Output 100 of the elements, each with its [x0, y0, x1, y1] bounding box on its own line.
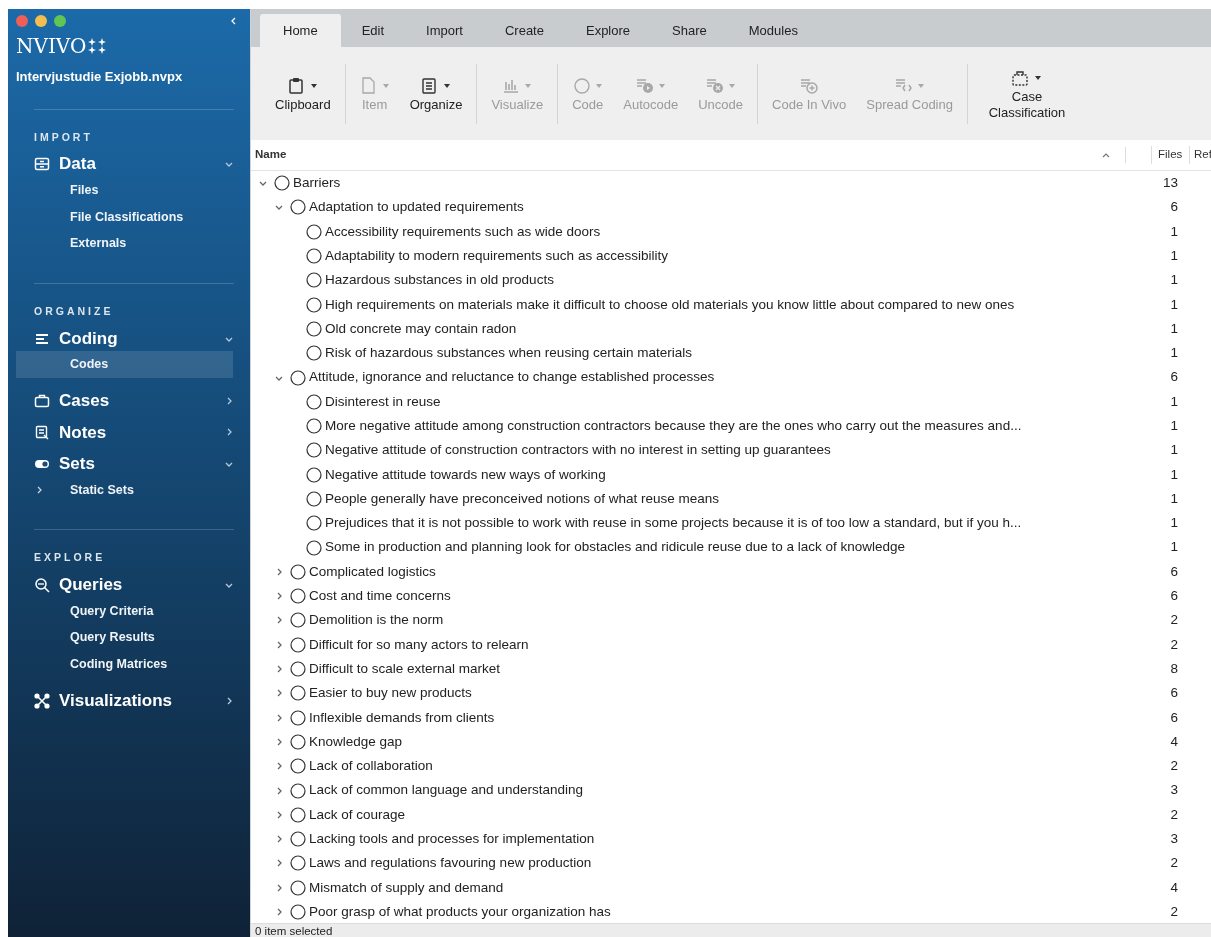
file-count: 3 — [1169, 830, 1179, 849]
column-header[interactable]: Ref — [1189, 146, 1211, 164]
sidebar-item[interactable]: Queries — [59, 572, 215, 598]
ribbon-button[interactable]: Clipboard — [267, 74, 339, 113]
code-name[interactable]: Prejudices that it is not possible to work with reuse in some projects because it is of too low a standard, but if you h... — [325, 513, 1022, 534]
ribbon-tab[interactable]: Create — [483, 14, 565, 47]
code-circle-icon — [305, 465, 323, 484]
sidebar-subitem[interactable]: Files — [16, 176, 233, 204]
code-name[interactable]: Adaptation to updated requirements — [309, 197, 524, 218]
file-count: 6 — [1169, 708, 1179, 727]
code-name[interactable]: Negative attitude of construction contractors with no interest in setting up guarantees — [325, 440, 831, 461]
sidebar-subitem[interactable]: Coding Matrices — [16, 651, 233, 678]
file-count: 6 — [1169, 368, 1179, 387]
code-circle-icon — [289, 660, 307, 679]
code-circle-icon — [289, 198, 307, 217]
code-name[interactable]: Mismatch of supply and demand — [309, 877, 504, 898]
zoom-button[interactable] — [54, 15, 66, 27]
code-name[interactable]: Lacking tools and processes for implementation — [309, 829, 595, 850]
code-name[interactable]: Complicated logistics — [309, 561, 436, 582]
ribbon-tab[interactable]: Import — [405, 14, 484, 47]
sidebar-subitem[interactable]: Externals — [16, 230, 233, 257]
code-name[interactable]: Demolition is the norm — [309, 610, 444, 631]
file-count: 1 — [1169, 344, 1179, 363]
ribbon-tab[interactable]: Explore — [564, 14, 652, 47]
code-name[interactable]: Poor grasp of what products your organization has — [309, 901, 611, 923]
code-name[interactable]: Hazardous substances in old products — [325, 270, 554, 291]
code-name[interactable]: People generally have preconceived notions of what reuse means — [325, 488, 719, 510]
code-name[interactable]: High requirements on materials make it difficult to choose old materials you know little about compared to new ones — [325, 294, 1015, 315]
file-count: 1 — [1169, 417, 1179, 435]
file-count: 6 — [1169, 684, 1179, 703]
code-name[interactable]: Cost and time concerns — [309, 586, 451, 607]
code-play-icon — [635, 76, 654, 95]
code-circle-icon — [273, 174, 291, 193]
ribbon-tab[interactable]: Edit — [340, 14, 406, 47]
sidebar-item[interactable]: Coding — [59, 325, 215, 352]
sidebar-item[interactable]: Notes — [59, 419, 215, 445]
file-count: 1 — [1169, 489, 1179, 508]
sidebar-subitem[interactable]: File Classifications — [16, 203, 233, 231]
code-name[interactable]: Adaptability to modern requirements such as accessibility — [325, 245, 668, 267]
file-count: 1 — [1169, 392, 1179, 411]
sidebar-subitem[interactable]: Codes — [16, 351, 233, 378]
drawer-icon — [34, 156, 50, 172]
ribbon-tab[interactable]: Share — [651, 14, 728, 47]
code-add-icon — [800, 76, 819, 95]
code-name[interactable]: Risk of hazardous substances when reusing certain materials — [325, 343, 692, 364]
code-name[interactable]: Lack of courage — [309, 804, 406, 825]
file-count: 1 — [1169, 271, 1179, 290]
file-count: 6 — [1169, 198, 1179, 217]
ribbon-button[interactable]: Organize — [401, 74, 471, 113]
section-heading: IMPORT — [33, 129, 94, 145]
code-name[interactable]: Easier to buy new products — [309, 683, 472, 704]
code-name[interactable]: Barriers — [293, 173, 341, 194]
notepad-icon — [34, 424, 50, 441]
code-remove-icon — [705, 76, 724, 95]
sidebar-subitem[interactable]: Query Criteria — [16, 597, 233, 625]
file-count: 1 — [1169, 441, 1179, 460]
code-circle-icon — [305, 514, 323, 533]
code-circle-icon — [305, 295, 323, 314]
file-count: 2 — [1169, 805, 1179, 824]
code-name[interactable]: Disinterest in reuse — [325, 391, 441, 412]
code-name[interactable]: Difficult for so many actors to relearn — [309, 634, 529, 655]
file-count: 4 — [1169, 878, 1179, 897]
code-name[interactable]: Knowledge gap — [309, 731, 403, 753]
code-name[interactable]: Lack of common language and understanding — [309, 780, 583, 801]
file-count: 2 — [1169, 854, 1179, 873]
sidebar-subitem[interactable]: Static Sets — [16, 476, 233, 504]
file-count: 2 — [1169, 902, 1179, 921]
sidebar-item[interactable]: Data — [59, 151, 215, 177]
code-name[interactable]: Lack of collaboration — [309, 756, 433, 777]
column-header[interactable]: Name — [251, 146, 1101, 164]
sidebar-item[interactable]: Visualizations — [59, 687, 215, 714]
code-name[interactable]: More negative attitude among construction contractors because they are the ones who carry out the measures and... — [325, 416, 1022, 437]
ribbon-tab[interactable]: Home — [260, 14, 341, 47]
code-circle-icon — [289, 757, 307, 776]
minimize-button[interactable] — [35, 15, 47, 27]
project-name: Intervjustudie Exjobb.nvpx — [15, 68, 184, 86]
sidebar-item[interactable]: Sets — [59, 451, 215, 477]
sidebar-item[interactable]: Cases — [59, 388, 215, 414]
file-count: 1 — [1169, 319, 1179, 338]
code-name[interactable]: Inflexible demands from clients — [309, 707, 495, 728]
code-name[interactable]: Negative attitude towards new ways of working — [325, 464, 606, 485]
case-icon — [1011, 68, 1030, 87]
code-circle-icon — [305, 441, 323, 460]
network-icon — [34, 692, 50, 709]
code-name[interactable]: Laws and regulations favouring new production — [309, 853, 592, 874]
code-name[interactable]: Accessibility requirements such as wide doors — [325, 221, 601, 242]
sidebar-subitem[interactable]: Query Results — [16, 624, 233, 651]
ribbon-tab[interactable]: Modules — [727, 14, 819, 47]
file-count: 1 — [1169, 465, 1179, 484]
ribbon-button[interactable]: Case Classification — [973, 66, 1080, 121]
code-name[interactable]: Some in production and planning look for obstacles and ridicule reuse due to a lack of knowledge — [325, 537, 906, 558]
code-circle-icon — [289, 587, 307, 606]
column-header[interactable]: Files — [1151, 146, 1189, 164]
file-count: 1 — [1169, 295, 1179, 314]
code-circle-icon — [305, 271, 323, 290]
file-count: 8 — [1169, 659, 1179, 678]
code-name[interactable]: Difficult to scale external market — [309, 658, 501, 680]
code-name[interactable]: Old concrete may contain radon — [325, 318, 517, 340]
file-count: 2 — [1169, 635, 1179, 654]
code-name[interactable]: Attitude, ignorance and reluctance to change established processes — [309, 367, 715, 388]
